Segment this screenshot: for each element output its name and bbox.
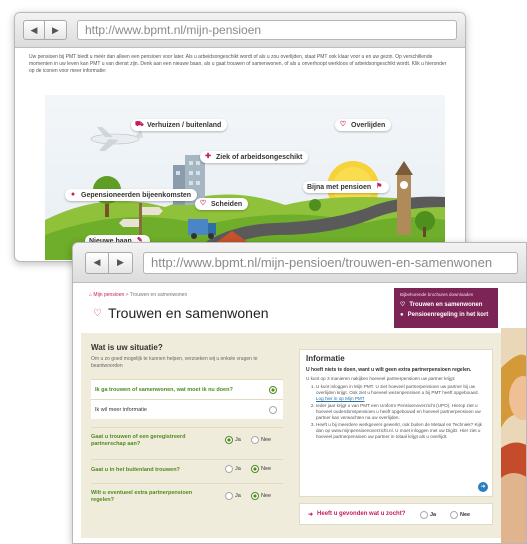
- page-title: ♡ Trouwen en samenwonen: [93, 305, 269, 321]
- heart-icon: ♡: [339, 121, 347, 128]
- situation-panel: Wat is uw situatie? Om u zo goed mogelij…: [91, 343, 283, 533]
- answer-q2-nee[interactable]: Nee: [251, 436, 271, 444]
- radio-q3-nee[interactable]: [251, 465, 259, 473]
- login-mijn-pmt-link[interactable]: Log hier in op Mijn PMT: [316, 396, 365, 401]
- rings-icon: ♡: [93, 307, 102, 319]
- forward-arrow-icon: ▶: [52, 24, 59, 35]
- answer-q4-ja[interactable]: Ja: [225, 492, 241, 500]
- radio-q2-ja[interactable]: [225, 436, 233, 444]
- feedback-question: Heeft u gevonden wat u zocht?: [317, 511, 406, 517]
- radio-q4-nee[interactable]: [251, 492, 259, 500]
- medical-cross-icon: ✚: [205, 153, 211, 160]
- nav-buttons: ◀ ▶: [23, 20, 67, 40]
- topic-overlijden[interactable]: ♡ Overlijden: [335, 119, 392, 131]
- information-panel: Informatie U hoeft niets te doen, want u…: [299, 349, 493, 497]
- life-events-illustration: ⛟ Verhuizen / buitenland ♡ Overlijden ✚ Zie…: [45, 95, 445, 260]
- topic-gepensioneerden[interactable]: ● Gepensioneerden bijeenkomsten: [65, 189, 198, 201]
- address-bar[interactable]: http://www.bpmt.nl/mijn-pensioen: [77, 20, 457, 40]
- back-arrow-icon: ◀: [30, 24, 38, 35]
- address-bar[interactable]: http://www.bpmt.nl/mijn-pensioen/trouwen…: [143, 251, 518, 274]
- step-2: Ieder jaar krijgt u van PMT een Uniform …: [316, 403, 486, 421]
- intro-text: Uw pensioen bij PMT biedt u méér dan all…: [29, 54, 447, 74]
- topic-bijna-met-pensioen[interactable]: Bijna met pensioen ⚑: [303, 181, 390, 193]
- answer-q4-nee[interactable]: Nee: [251, 492, 271, 500]
- answer-q3-nee[interactable]: Nee: [251, 465, 271, 473]
- feedback-ja[interactable]: Ja: [420, 511, 436, 519]
- feedback-bar: ➜ Heeft u gevonden wat u zocht? Ja Nee: [299, 503, 493, 525]
- back-arrow-icon: ◀: [93, 257, 101, 267]
- forward-arrow-icon: ▶: [117, 257, 124, 267]
- feedback-nee[interactable]: Nee: [450, 511, 470, 519]
- group-icon: ●: [70, 191, 76, 198]
- info-expand-button[interactable]: ➜: [478, 482, 488, 492]
- breadcrumb: ⌂ Mijn pensioen > Trouwen en samenwonen: [89, 292, 187, 298]
- step-1: U kunt inloggen in Mijn PMT. U ziet hoev…: [316, 384, 486, 402]
- topic-ziek[interactable]: ✚ Ziek of arbeidsongeschikt: [200, 151, 309, 163]
- browser-toolbar-front: ◀ ▶ http://www.bpmt.nl/mijn-pensioen/tro…: [73, 243, 526, 283]
- step-3: Heeft u bij meerdere werkgevers gewerkt,…: [316, 422, 486, 440]
- radio-q4-ja[interactable]: [225, 492, 233, 500]
- truck-icon: ⛟: [135, 121, 144, 128]
- broken-heart-icon: ♡: [199, 200, 207, 207]
- radio-feedback-ja[interactable]: [420, 511, 428, 519]
- forward-button[interactable]: ▶: [45, 20, 67, 40]
- clock-tower-icon: [395, 161, 413, 235]
- bullet-icon: ●: [400, 312, 404, 318]
- topic-verhuizen[interactable]: ⛟ Verhuizen / buitenland: [131, 119, 228, 131]
- situation-heading: Wat is uw situatie?: [91, 343, 163, 352]
- radio-q3-ja[interactable]: [225, 465, 233, 473]
- flag-icon: ⚑: [376, 183, 383, 190]
- download-pensioenregeling[interactable]: ● Pensioenregeling in het kort: [394, 310, 498, 320]
- download-trouwen[interactable]: ♡ Trouwen en samenwonen: [394, 299, 498, 310]
- arrow-right-icon: ➜: [308, 511, 314, 518]
- browser-window-mijn-pensioen: ◀ ▶ http://www.bpmt.nl/mijn-pensioen Uw …: [14, 12, 466, 262]
- topic-scheiden[interactable]: ♡ Scheiden: [195, 198, 249, 210]
- option-meer-informatie[interactable]: Ik wil meer informatie: [91, 399, 283, 419]
- information-bold: U hoeft niets te doen, want u wilt geen …: [306, 367, 472, 373]
- downloads-heading: Bijbehorende brochures downloaden: [400, 292, 474, 297]
- breadcrumb-current: > Trouwen en samenwonen: [124, 292, 188, 298]
- situation-intro: Om u zo goed mogelijk te kunnen helpen, …: [91, 356, 258, 369]
- browser-toolbar: ◀ ▶ http://www.bpmt.nl/mijn-pensioen: [15, 13, 465, 48]
- woman-photo: [501, 328, 526, 543]
- answer-q3-ja[interactable]: Ja: [225, 465, 241, 473]
- home-icon[interactable]: ⌂: [89, 292, 92, 298]
- information-lead: U kunt op 3 manieren nakijken hoeveel pa…: [306, 376, 456, 381]
- forward-button[interactable]: ▶: [109, 251, 133, 274]
- radio-q2-nee[interactable]: [251, 436, 259, 444]
- radio-feedback-nee[interactable]: [450, 511, 458, 519]
- question-trouwen-samenwonen[interactable]: Ik ga trouwen of samenwonen, wat moet ik…: [91, 379, 283, 399]
- information-steps: U kunt inloggen in Mijn PMT. U ziet hoev…: [300, 383, 492, 440]
- heart-icon: ♡: [400, 302, 406, 308]
- answer-q2-ja[interactable]: Ja: [225, 436, 241, 444]
- nav-buttons-front: ◀ ▶: [85, 251, 133, 274]
- browser-window-trouwen-en-samenwonen: ◀ ▶ http://www.bpmt.nl/mijn-pensioen/tro…: [72, 242, 527, 544]
- breadcrumb-link-mijn-pensioen[interactable]: Mijn pensioen: [93, 292, 124, 298]
- content-area: Wat is uw situatie? Om u zo goed mogelij…: [81, 333, 501, 538]
- radio-q1[interactable]: [269, 385, 277, 394]
- woman-photo-image: [501, 328, 526, 543]
- back-button[interactable]: ◀: [23, 20, 45, 40]
- brochure-downloads: Bijbehorende brochures downloaden ♡ Trouw…: [394, 288, 498, 328]
- information-heading: Informatie: [306, 354, 345, 363]
- radio-meer-informatie[interactable]: [269, 405, 277, 414]
- back-button[interactable]: ◀: [85, 251, 109, 274]
- arrow-icon: ➜: [480, 484, 486, 490]
